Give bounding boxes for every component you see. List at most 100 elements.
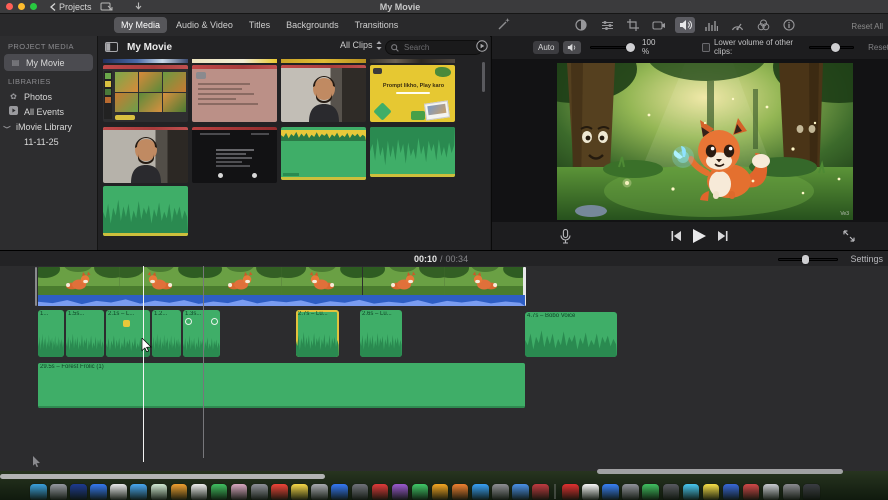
dock-app-icon[interactable] xyxy=(50,484,67,500)
import-media-button[interactable] xyxy=(100,2,113,11)
fade-handle[interactable] xyxy=(185,318,192,325)
tab-transitions[interactable]: Transitions xyxy=(348,17,406,33)
lower-volume-slider[interactable] xyxy=(808,42,855,52)
skip-forward-button[interactable] xyxy=(718,231,728,241)
autoplay-button[interactable] xyxy=(476,40,488,52)
media-thumbnail-audio-wave-2[interactable] xyxy=(103,186,188,236)
dock-app-icon[interactable] xyxy=(742,484,760,500)
audio-clip-bobo-voice[interactable]: 4.7s – Bobo Voice xyxy=(525,312,617,357)
volume-reset-button[interactable]: Reset xyxy=(868,43,888,52)
dock-app-icon[interactable] xyxy=(170,484,188,500)
dock-app-icon[interactable] xyxy=(411,484,429,500)
fade-handle[interactable] xyxy=(211,318,218,325)
dock-app-icon[interactable] xyxy=(512,484,529,500)
video-clip-filmstrip[interactable] xyxy=(38,267,525,295)
tab-my-media[interactable]: My Media xyxy=(114,17,168,33)
audio-clip[interactable]: 1... xyxy=(38,310,64,357)
sidebar-item-all-events[interactable]: All Events xyxy=(0,104,97,119)
stabilization-button[interactable] xyxy=(649,17,669,33)
clip-trim-handle-left[interactable] xyxy=(35,267,37,306)
tab-titles[interactable]: Titles xyxy=(242,17,277,33)
dock-app-icon[interactable] xyxy=(682,484,700,500)
dock-app-icon[interactable] xyxy=(582,484,599,500)
dock-app-icon[interactable] xyxy=(783,484,800,500)
download-arrow-button[interactable] xyxy=(134,2,143,11)
dock-app-icon[interactable] xyxy=(150,484,168,500)
horizontal-scrollbar-right[interactable] xyxy=(597,469,843,474)
dock-app-icon[interactable] xyxy=(130,484,147,500)
media-thumbnail-partial[interactable] xyxy=(370,59,455,63)
dock-app-icon[interactable] xyxy=(291,484,308,500)
dock-app-icon[interactable] xyxy=(662,484,679,500)
media-thumbnail-presenter-2[interactable] xyxy=(103,127,188,183)
video-clip-audio-strip[interactable] xyxy=(38,295,525,306)
crop-button[interactable] xyxy=(623,17,643,33)
tab-audio-video[interactable]: Audio & Video xyxy=(169,17,240,33)
timeline-zoom-slider[interactable] xyxy=(778,255,838,264)
dock-app-icon[interactable] xyxy=(371,484,389,500)
dock-app-icon[interactable] xyxy=(90,484,107,500)
playhead[interactable] xyxy=(143,266,144,462)
lower-volume-slider-knob[interactable] xyxy=(830,42,840,52)
tab-backgrounds[interactable]: Backgrounds xyxy=(279,17,346,33)
dock-app-icon[interactable] xyxy=(251,484,268,500)
dock-app-icon[interactable] xyxy=(271,484,288,500)
dock-app-icon[interactable] xyxy=(722,484,740,500)
search-input[interactable] xyxy=(402,42,470,53)
reset-all-button[interactable]: Reset All xyxy=(851,22,883,31)
audio-clip[interactable]: 2.6s – Lu... xyxy=(360,310,402,357)
sidebar-item-event-date[interactable]: 11-11-25 xyxy=(0,134,97,149)
media-scrollbar[interactable] xyxy=(482,62,485,92)
dock-app-icon[interactable] xyxy=(642,484,659,500)
timeline-settings-button[interactable]: Settings xyxy=(850,254,883,264)
dock-app-icon[interactable] xyxy=(351,484,368,500)
volume-slider-knob[interactable] xyxy=(626,42,636,52)
dock-app-icon[interactable] xyxy=(451,484,469,500)
speed-button[interactable] xyxy=(727,17,747,33)
media-thumbnail-document[interactable] xyxy=(192,65,277,122)
mute-button[interactable] xyxy=(563,40,582,54)
dock-app-icon[interactable] xyxy=(602,484,619,500)
play-button[interactable] xyxy=(693,229,706,243)
color-balance-button[interactable] xyxy=(571,17,591,33)
clip-filter-dropdown[interactable]: All Clips xyxy=(340,40,382,50)
record-voiceover-button[interactable] xyxy=(560,228,571,244)
dock-app-icon[interactable] xyxy=(431,484,449,500)
volume-slider[interactable] xyxy=(590,42,636,52)
lower-volume-checkbox[interactable] xyxy=(701,42,710,52)
dock-app-icon[interactable] xyxy=(492,484,509,500)
dock-app-icon[interactable] xyxy=(472,484,489,500)
media-thumbnail-audio-yellow[interactable] xyxy=(281,127,366,180)
dock-app-icon[interactable] xyxy=(70,484,87,500)
skip-backward-button[interactable] xyxy=(671,231,681,241)
media-thumbnail-partial[interactable] xyxy=(192,59,277,63)
media-thumbnail-partial[interactable] xyxy=(103,59,188,63)
back-to-projects-button[interactable]: Projects xyxy=(50,2,92,12)
dock-app-icon[interactable] xyxy=(30,484,47,500)
dock-app-icon[interactable] xyxy=(562,484,579,500)
horizontal-scrollbar-left[interactable] xyxy=(0,474,325,479)
search-field[interactable] xyxy=(385,40,483,55)
dock-app-icon[interactable] xyxy=(622,484,639,500)
dock-app-icon[interactable] xyxy=(190,484,208,500)
media-thumbnail-audio-wave[interactable] xyxy=(370,127,455,177)
sidebar-item-photos[interactable]: ✿ Photos xyxy=(0,89,97,104)
dock-app-icon[interactable] xyxy=(532,484,549,500)
audio-clip[interactable]: 1.3s... xyxy=(183,310,220,357)
audio-clip[interactable]: 1.2... xyxy=(152,310,181,357)
auto-volume-button[interactable]: Auto xyxy=(533,40,560,54)
media-thumbnail-fox-grid[interactable] xyxy=(103,65,188,122)
noise-reduction-button[interactable] xyxy=(701,17,721,33)
dock-app-icon[interactable] xyxy=(230,484,248,500)
media-thumbnail-partial[interactable] xyxy=(281,59,366,63)
audio-clip-selected[interactable]: 2.7s – Lu... xyxy=(296,310,339,357)
music-clip[interactable]: 29.5s – Forest Frolic (1) xyxy=(38,363,525,408)
close-window-button[interactable] xyxy=(6,3,13,10)
color-correction-button[interactable] xyxy=(597,17,617,33)
volume-button[interactable] xyxy=(675,17,695,33)
media-thumbnail-promo[interactable]: Prompt likho, Play karo xyxy=(370,65,455,122)
dock-app-icon[interactable] xyxy=(391,484,409,500)
dock-app-icon[interactable] xyxy=(331,484,348,500)
sidebar-item-my-movie[interactable]: ▤ My Movie xyxy=(4,54,93,71)
clip-info-button[interactable] xyxy=(779,17,799,33)
